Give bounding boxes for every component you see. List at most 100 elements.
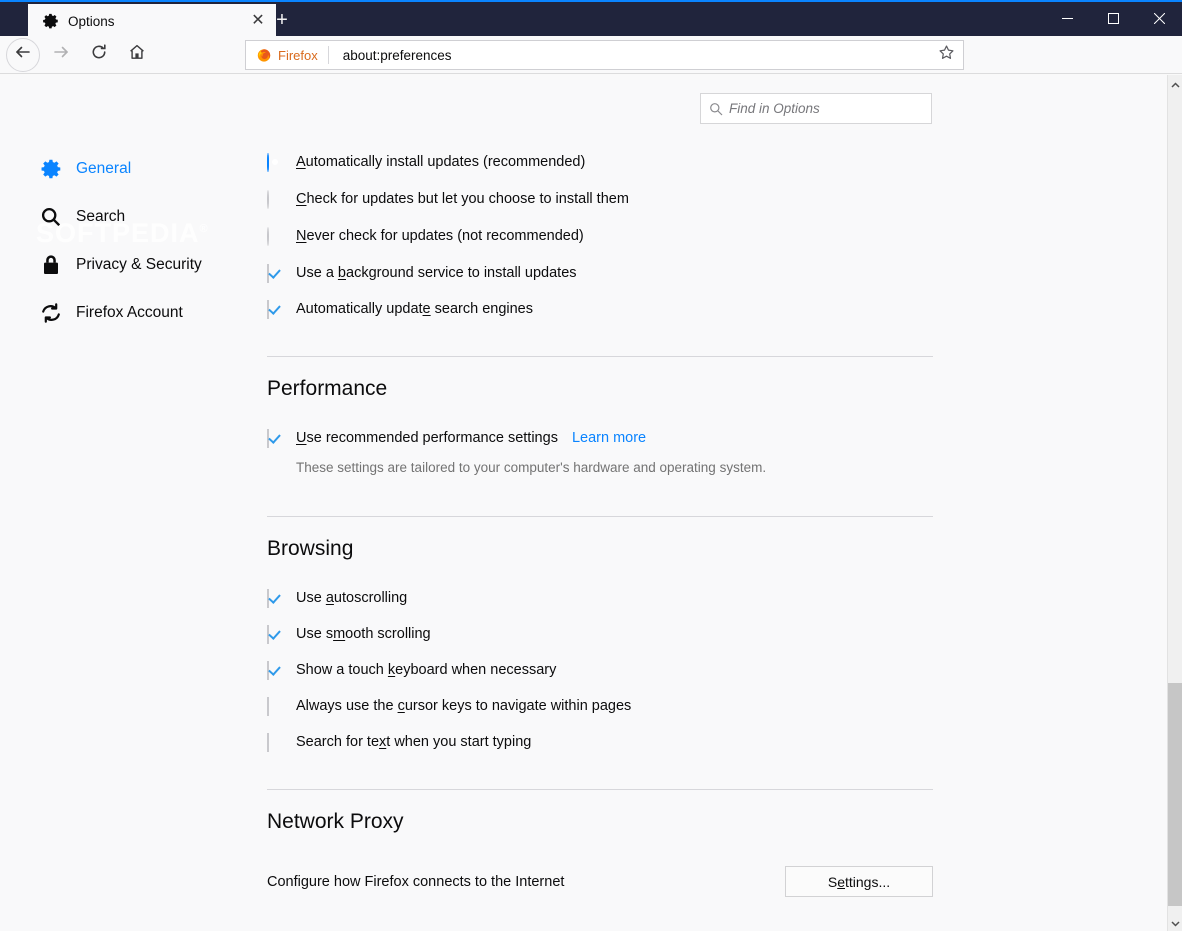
reload-button[interactable] [82,38,116,72]
section-title-browsing: Browsing [267,537,354,560]
label-text: se recommended performance settings [306,430,558,446]
checkbox-update-search-engines[interactable] [267,300,283,319]
star-icon [938,44,955,66]
checkbox-label: Automatically update search engines [296,301,533,317]
checkbox-touch-keyboard[interactable] [267,661,283,680]
scroll-down-button[interactable] [1168,914,1182,931]
checkbox-label: Use autoscrolling [296,590,407,606]
home-button[interactable] [120,38,154,72]
preferences-page: Find in Options General Search Privacy &… [0,75,1167,931]
section-divider [267,356,933,357]
close-window-button[interactable] [1136,2,1182,38]
label-text: ever check for updates (not recommended) [306,228,584,244]
accesskey-letter: c [397,698,405,714]
browsing-section: Browsing Use autoscrolling Use smooth sc… [267,537,933,752]
firefox-logo-icon [256,47,272,63]
url-bar[interactable]: Firefox about:preferences [245,40,964,70]
checkbox-label: Always use the cursor keys to navigate w… [296,698,631,714]
radio-auto-install[interactable] [267,153,283,172]
learn-more-link[interactable]: Learn more [572,430,646,446]
scroll-up-button[interactable] [1168,75,1182,92]
chevron-down-icon [1171,914,1180,931]
network-proxy-row: Configure how Firefox connects to the In… [267,866,933,897]
browser-tab-options[interactable]: Options ✕ [28,4,276,38]
preferences-sidebar: General Search Privacy & Security Firefo… [0,75,255,931]
accesskey-letter: N [296,228,307,244]
checkbox-row-autoscrolling[interactable]: Use autoscrolling [267,589,933,608]
maximize-button[interactable] [1090,2,1136,38]
checkbox-row-recommended-performance[interactable]: Use recommended performance settings Lea… [267,429,933,448]
home-icon [128,43,146,66]
checkbox-row-update-search-engines[interactable]: Automatically update search engines [267,300,933,319]
checkbox-recommended-performance[interactable] [267,429,283,448]
checkbox-row-cursor-keys[interactable]: Always use the cursor keys to navigate w… [267,697,933,716]
radio-check-updates[interactable] [267,190,283,209]
close-icon [1153,11,1165,29]
radio-row-check-updates[interactable]: Check for updates but let you choose to … [267,190,933,209]
proxy-settings-button[interactable]: Se ttings... [785,866,933,897]
sidebar-item-general[interactable]: General [38,151,131,187]
search-icon [38,204,64,230]
sync-icon [38,300,64,326]
checkbox-row-smooth-scrolling[interactable]: Use smooth scrolling [267,625,933,644]
sidebar-item-label: General [76,160,132,177]
label-text-post: t when you start typing [386,734,532,750]
minimize-button[interactable] [1044,2,1090,38]
checkbox-row-touch-keyboard[interactable]: Show a touch keyboard when necessary [267,661,933,680]
checkbox-search-start-typing[interactable] [267,733,283,752]
checkbox-smooth-scrolling[interactable] [267,625,283,644]
gear-icon [38,156,64,182]
url-text[interactable]: about:preferences [329,48,929,63]
close-icon[interactable]: ✕ [248,11,268,31]
page-scrollbar[interactable] [1167,75,1182,931]
search-input[interactable]: Find in Options [700,93,932,124]
checkbox-row-search-start-typing[interactable]: Search for text when you start typing [267,733,933,752]
gear-icon [42,12,60,30]
sidebar-item-firefox-account[interactable]: Firefox Account [38,295,183,331]
forward-button [44,38,78,72]
forward-arrow-icon [52,43,70,66]
updates-group: Automatically install updates (recommend… [267,153,933,319]
sidebar-item-privacy-security[interactable]: Privacy & Security [38,247,202,283]
sidebar-item-label: Firefox Account [76,304,183,321]
back-arrow-icon [14,43,32,66]
search-placeholder: Find in Options [729,101,820,116]
sidebar-item-label: Search [76,208,126,225]
search-icon [709,102,723,116]
label-text-post: ursor keys to navigate within pages [404,698,632,714]
sidebar-item-search[interactable]: Search [38,199,125,235]
label-text: utomatically install updates (recommende… [305,154,586,170]
radio-row-auto-install[interactable]: Automatically install updates (recommend… [267,153,933,172]
accesskey-letter: C [296,191,307,207]
checkbox-autoscrolling[interactable] [267,589,283,608]
checkbox-label: Show a touch keyboard when necessary [296,662,556,678]
tab-title: Options [68,13,115,29]
identity-label: Firefox [278,47,318,63]
label-text-pre: Search for te [296,734,380,750]
checkbox-background-service[interactable] [267,264,283,283]
radio-row-never-check[interactable]: Never check for updates (not recommended… [267,227,933,246]
scrollbar-thumb[interactable] [1168,683,1182,906]
window-controls [1044,2,1182,38]
site-identity[interactable]: Firefox [246,41,328,69]
checkbox-label: Search for text when you start typing [296,734,531,750]
accesskey-letter: m [333,626,346,642]
section-title-performance: Performance [267,377,388,400]
browser-window: Options ✕ + Firefox about:preferences Fi… [0,0,1182,931]
radio-never-check[interactable] [267,227,283,246]
label-text-post: ooth scrolling [345,626,431,642]
lock-icon [38,252,64,278]
title-bar: Options ✕ + [0,0,1182,38]
back-button[interactable] [6,37,40,72]
checkbox-label: Use a background service to install upda… [296,265,577,281]
button-label-post: ttings... [845,873,891,890]
label-text-pre: Show a touch [296,662,388,678]
bookmark-button[interactable] [929,41,963,69]
checkbox-row-background-service[interactable]: Use a background service to install upda… [267,264,933,283]
label-text-pre: Use a [296,265,338,281]
accesskey-letter: e [837,873,845,890]
section-divider [267,789,933,790]
checkbox-cursor-keys[interactable] [267,697,283,716]
chevron-up-icon [1171,75,1180,93]
new-tab-button[interactable]: + [268,5,296,35]
